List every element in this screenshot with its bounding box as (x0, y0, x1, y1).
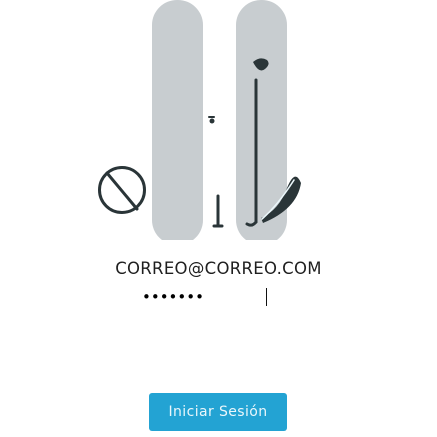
left-eye-icon (98, 166, 146, 214)
center-shapes (208, 116, 224, 228)
backdrop-bar-left (152, 0, 203, 240)
text-caret (266, 288, 267, 306)
account-email: CORREO@CORREO.COM (115, 259, 322, 278)
login-button[interactable]: Iniciar Sesión (149, 393, 287, 431)
password-input[interactable] (142, 286, 292, 308)
login-illustration (98, 0, 301, 240)
